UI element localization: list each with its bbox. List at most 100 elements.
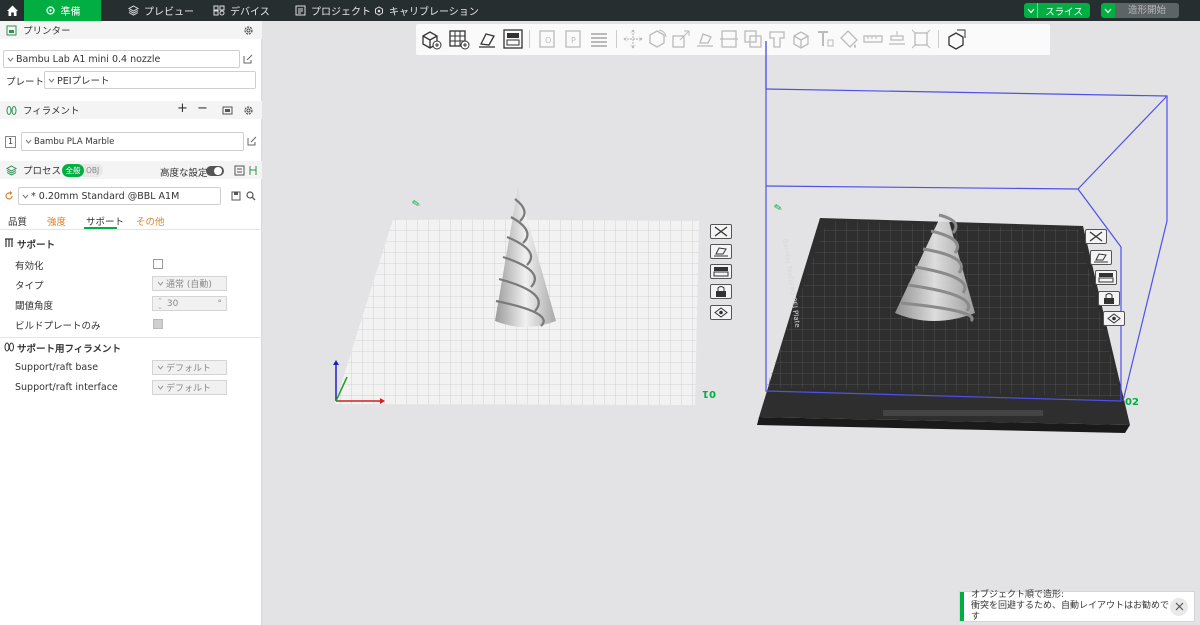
support-icon — [5, 238, 13, 247]
global-object-toggle[interactable]: 全般 OBJ — [62, 164, 103, 177]
support-type-label: タイプ — [15, 281, 44, 292]
plate-1-settings-button[interactable] — [710, 305, 732, 320]
add-filament-button[interactable]: + — [177, 101, 188, 116]
plate-1-edit-icon: ✎ — [411, 198, 422, 211]
edit-icon[interactable] — [247, 136, 257, 146]
tab-preview-label: プレビュー — [144, 7, 194, 18]
compare-icon[interactable] — [234, 165, 245, 176]
process-preset-select[interactable]: * 0.20mm Standard @BBL A1M — [18, 187, 221, 205]
support-raft-interface-label: Support/raft interface — [15, 382, 118, 393]
print-dropdown-toggle[interactable] — [1101, 3, 1115, 18]
sync-filament-icon[interactable] — [222, 105, 233, 116]
support-raft-base-label: Support/raft base — [15, 362, 99, 373]
build-plate-only-checkbox[interactable] — [153, 319, 163, 329]
enable-support-checkbox[interactable] — [153, 259, 163, 269]
slice-button[interactable]: スライス — [1024, 3, 1090, 18]
threshold-angle-stepper[interactable]: ⌃ ⌄ 30 ° — [152, 296, 227, 311]
home-icon — [6, 5, 18, 16]
project-icon — [295, 5, 306, 16]
notification-line-1: オブジェクト順で造形: — [971, 590, 1065, 600]
search-icon[interactable] — [246, 191, 256, 201]
tab-prepare[interactable]: 準備 — [24, 0, 101, 21]
support-type-select[interactable]: 通常 (自動) — [152, 276, 227, 291]
printer-section-title: プリンター — [23, 26, 71, 37]
tab-support[interactable]: サポート — [86, 214, 124, 228]
plate-2-delete-button[interactable] — [1085, 229, 1107, 244]
support-section-title: サポート — [17, 240, 56, 251]
save-icon[interactable] — [231, 191, 241, 201]
tab-calibration-label: キャリブレーション — [389, 7, 479, 18]
remove-filament-button[interactable]: − — [197, 101, 208, 116]
plate-1-scene[interactable]: ✎ 01 Bambu Textured PEI Plate ✎ 02 — [263, 21, 1200, 625]
tab-device-label: デバイス — [230, 7, 270, 18]
filament-section-title: フィラメント — [23, 106, 80, 117]
tab-quality[interactable]: 品質 — [8, 214, 27, 228]
toggle-global-option[interactable]: 全般 — [62, 164, 84, 177]
printer-section-header: プリンター — [0, 21, 262, 39]
tab-prepare-label: 準備 — [60, 7, 81, 18]
process-preset-value: * 0.20mm Standard @BBL A1M — [31, 190, 180, 202]
support-raft-base-select[interactable]: デフォルト — [152, 360, 227, 375]
slice-label: スライス — [1045, 6, 1083, 18]
lock-icon — [716, 286, 726, 297]
support-type-value: 通常 (自動) — [166, 280, 212, 290]
tab-device[interactable]: デバイス — [213, 0, 270, 21]
tab-calibration[interactable]: キャリブレーション — [374, 0, 479, 21]
arrange-icon — [713, 267, 729, 277]
process-icon — [6, 164, 17, 176]
print-label: 造形開始 — [1115, 3, 1179, 18]
plate-2-arrange-button[interactable] — [1095, 270, 1117, 285]
tab-others[interactable]: その他 — [136, 214, 165, 228]
calibration-icon — [375, 5, 383, 16]
toggle-obj-option[interactable]: OBJ — [86, 164, 99, 177]
tab-strength[interactable]: 強度 — [47, 214, 66, 228]
printer-select-value: Bambu Lab A1 mini 0.4 nozzle — [16, 53, 161, 65]
plate-select[interactable]: PEIプレート — [44, 71, 256, 89]
device-icon — [213, 5, 225, 16]
support-raft-interface-value: デフォルト — [166, 384, 212, 394]
tab-preview[interactable]: プレビュー — [128, 0, 194, 21]
support-filament-section-title: サポート用フィラメント — [17, 344, 122, 355]
layers-icon — [128, 5, 139, 16]
settings-panel: プリンター Bambu Lab A1 mini 0.4 nozzle プレート … — [0, 21, 262, 625]
notification-line-2: 衝突を回避するため、自動レイアウトはお勧めです — [971, 601, 1170, 622]
close-icon — [1089, 231, 1103, 242]
chevron-down-icon — [1027, 8, 1034, 13]
plate-2-lock-button[interactable] — [1098, 291, 1120, 306]
plate-1-delete-button[interactable] — [710, 224, 732, 239]
print-button[interactable]: 造形開始 — [1101, 3, 1179, 18]
plate-2-settings-button[interactable] — [1103, 311, 1125, 326]
notification-close-button[interactable] — [1170, 597, 1188, 616]
chevron-down-icon — [22, 194, 29, 199]
3d-viewport[interactable]: O P ✎ 01 Bambu Textured PEI Plate ✎ 02 — [263, 21, 1200, 625]
plate-1-lock-button[interactable] — [710, 284, 732, 299]
support-raft-interface-select[interactable]: デフォルト — [152, 380, 227, 395]
printer-settings-gear-icon[interactable] — [243, 25, 254, 36]
home-button[interactable] — [0, 0, 24, 21]
threshold-angle-label: 閾値角度 — [15, 301, 54, 312]
plate-2-edit-icon: ✎ — [773, 202, 784, 215]
plate-settings-icon — [1107, 313, 1121, 324]
tab-project[interactable]: プロジェクト — [295, 0, 371, 21]
prepare-icon — [45, 6, 55, 15]
close-icon — [714, 226, 728, 237]
reset-icon[interactable] — [4, 191, 14, 201]
plate-settings-icon — [714, 307, 728, 318]
threshold-angle-value: 30 — [166, 298, 179, 309]
slice-dropdown-toggle[interactable] — [1024, 3, 1038, 18]
plate-1-arrange-button[interactable] — [710, 264, 732, 279]
filament-settings-gear-icon[interactable] — [243, 105, 254, 116]
plate-1-orient-button[interactable] — [710, 244, 732, 259]
plate-2-orient-button[interactable] — [1090, 250, 1112, 265]
filament-icon — [6, 105, 17, 115]
chevron-down-icon — [157, 385, 164, 390]
chevron-down-icon — [25, 139, 32, 144]
plugin-icon[interactable] — [248, 165, 258, 176]
stepper-arrows-icon[interactable]: ⌃ ⌄ — [157, 297, 163, 310]
filament-slot-index[interactable]: 1 — [5, 136, 16, 148]
tab-project-label: プロジェクト — [311, 7, 371, 18]
advanced-settings-toggle[interactable] — [206, 166, 224, 176]
filament-select[interactable]: Bambu PLA Marble — [21, 132, 244, 151]
edit-icon[interactable] — [243, 54, 253, 64]
printer-select[interactable]: Bambu Lab A1 mini 0.4 nozzle — [3, 50, 240, 68]
